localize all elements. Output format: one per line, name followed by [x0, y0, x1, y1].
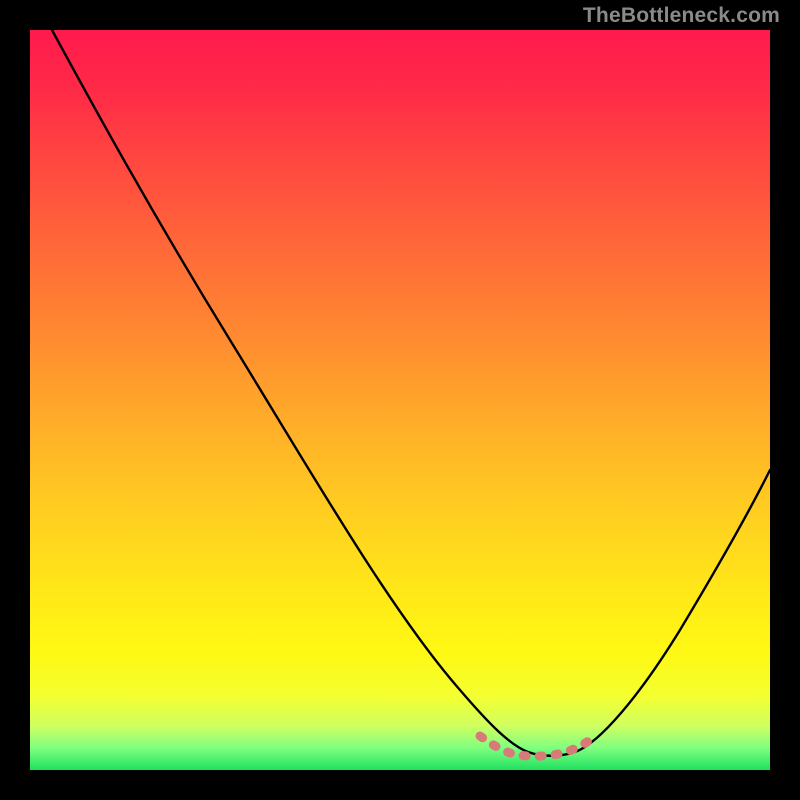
plot-area	[30, 30, 770, 770]
watermark-text: TheBottleneck.com	[583, 4, 780, 28]
curve-layer	[30, 30, 770, 770]
chart-container: TheBottleneck.com	[0, 0, 800, 800]
bottleneck-curve	[52, 30, 770, 756]
